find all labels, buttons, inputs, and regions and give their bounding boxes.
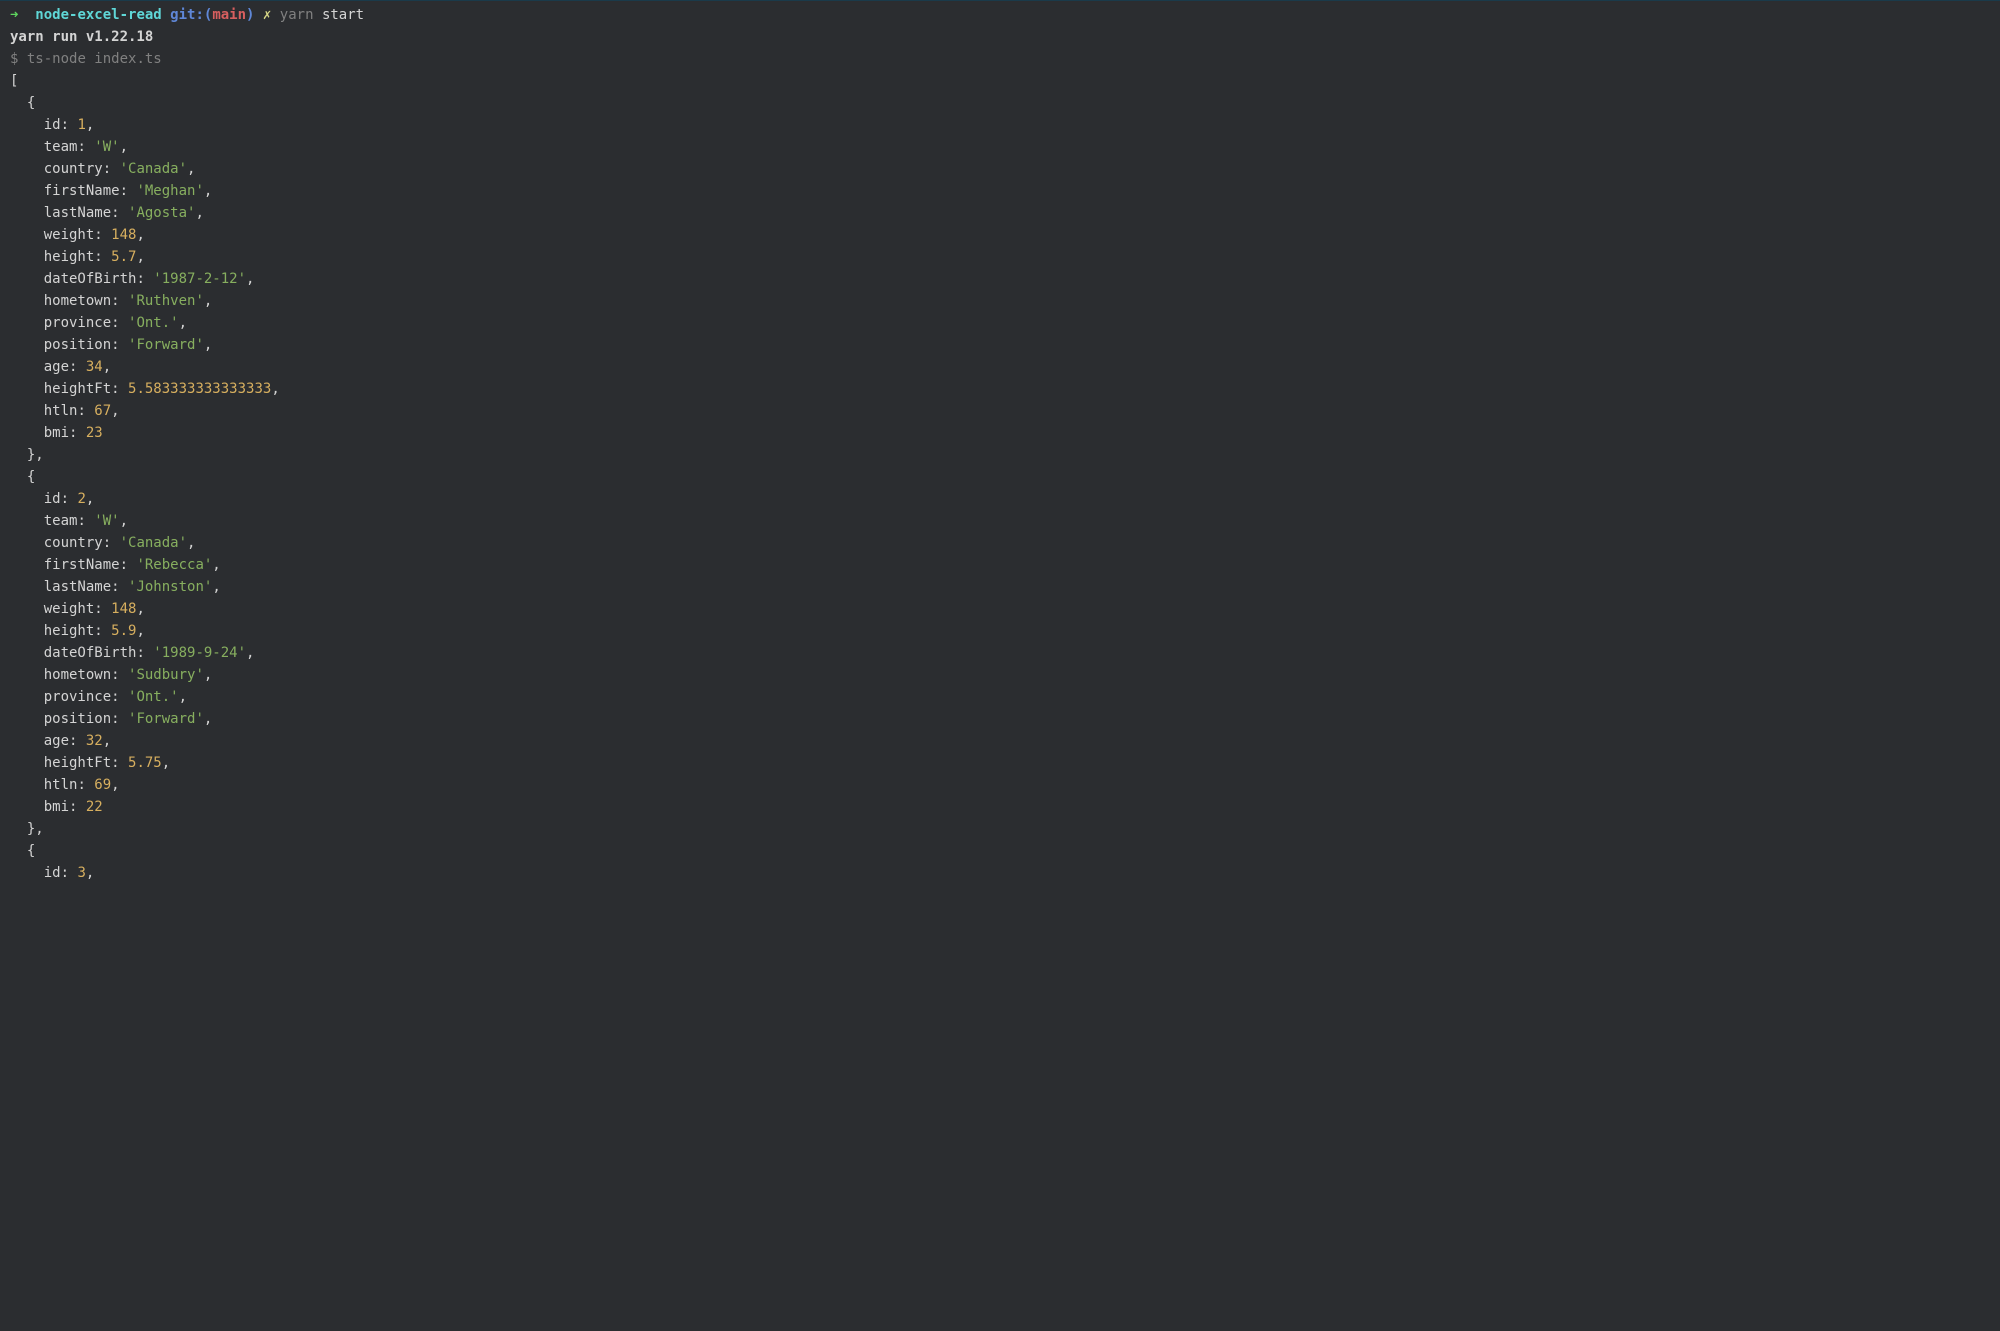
output-line: id: 2, xyxy=(10,488,1990,510)
prompt-git-branch: main xyxy=(212,7,246,23)
output-line: weight: 148, xyxy=(10,224,1990,246)
output-line: dateOfBirth: '1989-9-24', xyxy=(10,642,1990,664)
shell-prompt[interactable]: ➜ node-excel-read git:(main) ✗ yarn star… xyxy=(10,4,1990,26)
output-line: { xyxy=(10,92,1990,114)
prompt-directory: node-excel-read xyxy=(35,7,161,23)
output-line: bmi: 23 xyxy=(10,422,1990,444)
output-line: position: 'Forward', xyxy=(10,334,1990,356)
output-line: { xyxy=(10,840,1990,862)
json-output: [ { id: 1, team: 'W', country: 'Canada',… xyxy=(10,70,1990,884)
output-line: hometown: 'Sudbury', xyxy=(10,664,1990,686)
output-line: hometown: 'Ruthven', xyxy=(10,290,1990,312)
output-line: lastName: 'Agosta', xyxy=(10,202,1990,224)
output-line: province: 'Ont.', xyxy=(10,312,1990,334)
output-line: }, xyxy=(10,444,1990,466)
output-line: country: 'Canada', xyxy=(10,158,1990,180)
output-line: bmi: 22 xyxy=(10,796,1990,818)
output-line: height: 5.9, xyxy=(10,620,1990,642)
output-line: }, xyxy=(10,818,1990,840)
output-line: firstName: 'Rebecca', xyxy=(10,554,1990,576)
output-line: id: 3, xyxy=(10,862,1990,884)
ts-node-command: ts-node index.ts xyxy=(27,51,162,67)
output-line: country: 'Canada', xyxy=(10,532,1990,554)
output-line: lastName: 'Johnston', xyxy=(10,576,1990,598)
output-line: age: 34, xyxy=(10,356,1990,378)
output-line: heightFt: 5.75, xyxy=(10,752,1990,774)
output-line: weight: 148, xyxy=(10,598,1990,620)
output-line: htln: 69, xyxy=(10,774,1990,796)
yarn-run-line: yarn run v1.22.18 xyxy=(10,26,1990,48)
prompt-git-label: git:( xyxy=(170,7,212,23)
output-line: team: 'W', xyxy=(10,136,1990,158)
output-line: heightFt: 5.583333333333333, xyxy=(10,378,1990,400)
output-line: firstName: 'Meghan', xyxy=(10,180,1990,202)
output-line: height: 5.7, xyxy=(10,246,1990,268)
output-line: htln: 67, xyxy=(10,400,1990,422)
output-line: id: 1, xyxy=(10,114,1990,136)
output-line: team: 'W', xyxy=(10,510,1990,532)
output-line: { xyxy=(10,466,1990,488)
output-line: province: 'Ont.', xyxy=(10,686,1990,708)
output-line: position: 'Forward', xyxy=(10,708,1990,730)
ts-node-line: $ ts-node index.ts xyxy=(10,48,1990,70)
output-line: [ xyxy=(10,70,1990,92)
prompt-command-exec: yarn xyxy=(280,7,314,23)
output-line: dateOfBirth: '1987-2-12', xyxy=(10,268,1990,290)
output-line: age: 32, xyxy=(10,730,1990,752)
prompt-command-arg: start xyxy=(322,7,364,23)
